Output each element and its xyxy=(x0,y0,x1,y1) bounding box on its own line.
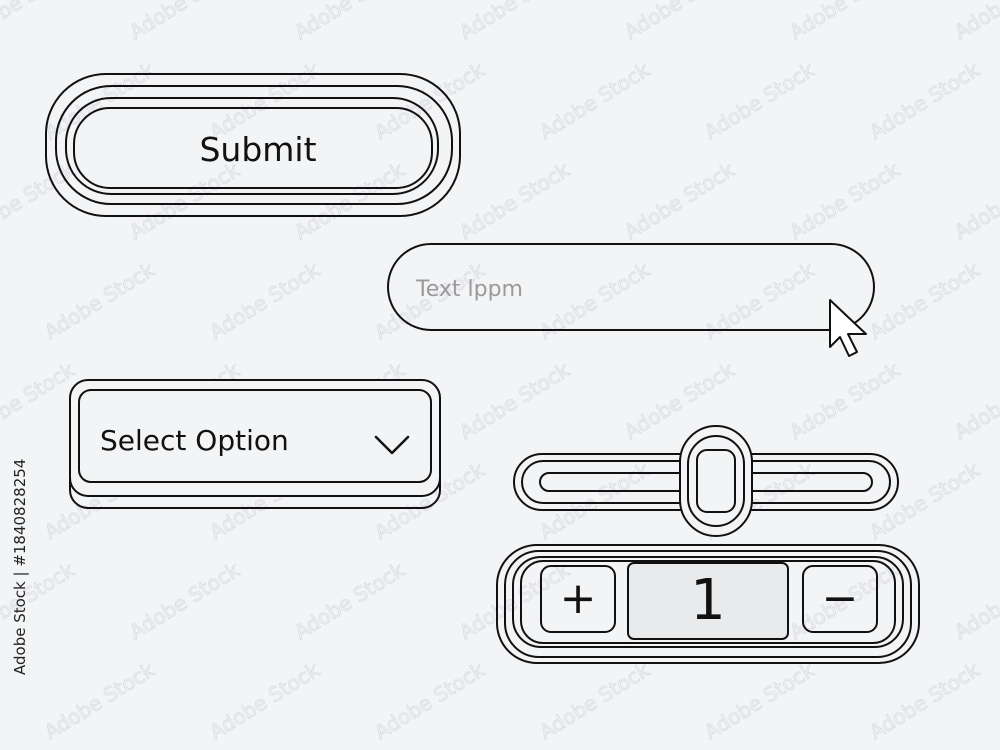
stepper-minus-label[interactable]: − xyxy=(803,566,877,632)
stepper-plus-label[interactable]: + xyxy=(541,566,615,632)
submit-button-label: Submit xyxy=(199,130,317,169)
image-credit: Adobe Stock | #1840828254 xyxy=(11,458,29,675)
slider-handle[interactable] xyxy=(679,425,753,537)
arrow-cursor-icon xyxy=(829,299,867,357)
text-input-placeholder: Text lppm xyxy=(416,277,523,302)
stepper-value: 1 xyxy=(690,568,726,633)
select-dropdown-label: Select Option xyxy=(100,424,289,457)
ui-line-art xyxy=(45,73,920,664)
